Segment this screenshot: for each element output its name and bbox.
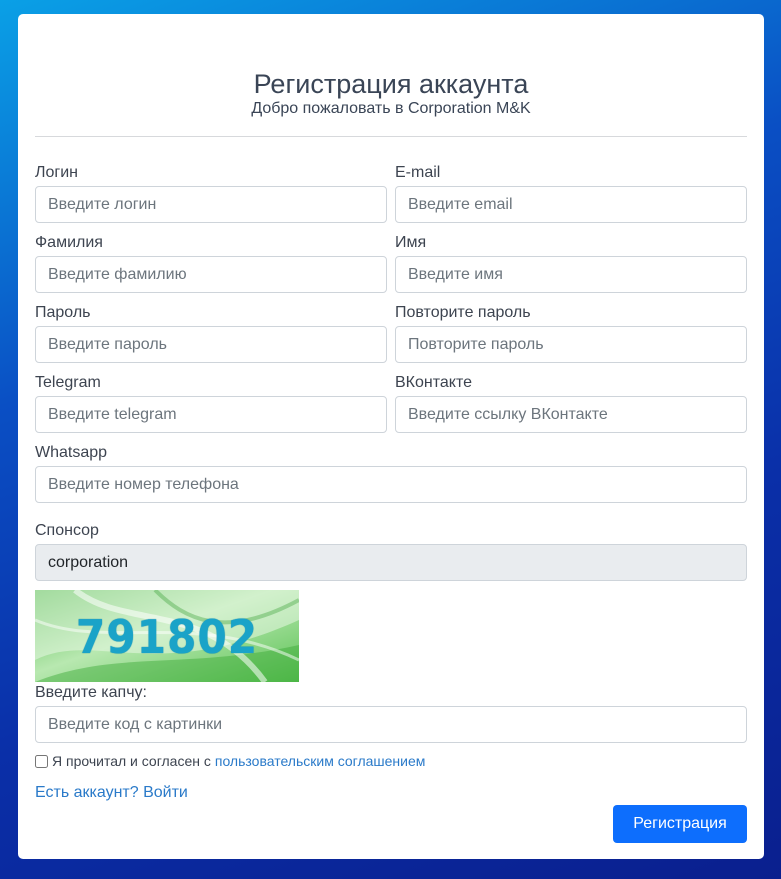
page-subtitle: Добро пожаловать в Corporation M&K — [251, 100, 531, 117]
sponsor-label: Спонсор — [35, 522, 99, 539]
whatsapp-input[interactable] — [35, 466, 747, 503]
surname-label: Фамилия — [35, 234, 103, 251]
agreement-row: Я прочитал и согласен с пользовательским… — [35, 752, 425, 770]
captcha-label: Введите капчу: — [35, 684, 147, 701]
telegram-label: Telegram — [35, 374, 101, 391]
page-title: Регистрация аккаунта — [253, 69, 529, 99]
password-repeat-label: Повторите пароль — [395, 304, 531, 321]
login-input[interactable] — [35, 186, 387, 223]
agreement-link[interactable]: пользовательским соглашением — [215, 752, 426, 770]
sponsor-field — [35, 544, 747, 581]
captcha-image: 791802 — [35, 590, 299, 682]
header-divider — [35, 136, 747, 137]
password-input[interactable] — [35, 326, 387, 363]
surname-input[interactable] — [35, 256, 387, 293]
register-button[interactable]: Регистрация — [613, 805, 747, 843]
email-input[interactable] — [395, 186, 747, 223]
login-link[interactable]: Есть аккаунт? Войти — [35, 782, 188, 804]
captcha-code: 791802 — [75, 610, 259, 664]
vk-label: ВКонтакте — [395, 374, 472, 391]
name-input[interactable] — [395, 256, 747, 293]
email-label: E-mail — [395, 164, 441, 181]
vk-input[interactable] — [395, 396, 747, 433]
whatsapp-label: Whatsapp — [35, 444, 108, 461]
password-label: Пароль — [35, 304, 91, 321]
password-repeat-input[interactable] — [395, 326, 747, 363]
registration-card: Регистрация аккаунта Добро пожаловать в … — [18, 14, 764, 859]
login-label: Логин — [35, 164, 79, 181]
agreement-checkbox[interactable] — [35, 754, 48, 768]
agreement-text: Я прочитал и согласен с — [52, 753, 211, 769]
captcha-input[interactable] — [35, 706, 747, 743]
telegram-input[interactable] — [35, 396, 387, 433]
name-label: Имя — [395, 234, 427, 251]
